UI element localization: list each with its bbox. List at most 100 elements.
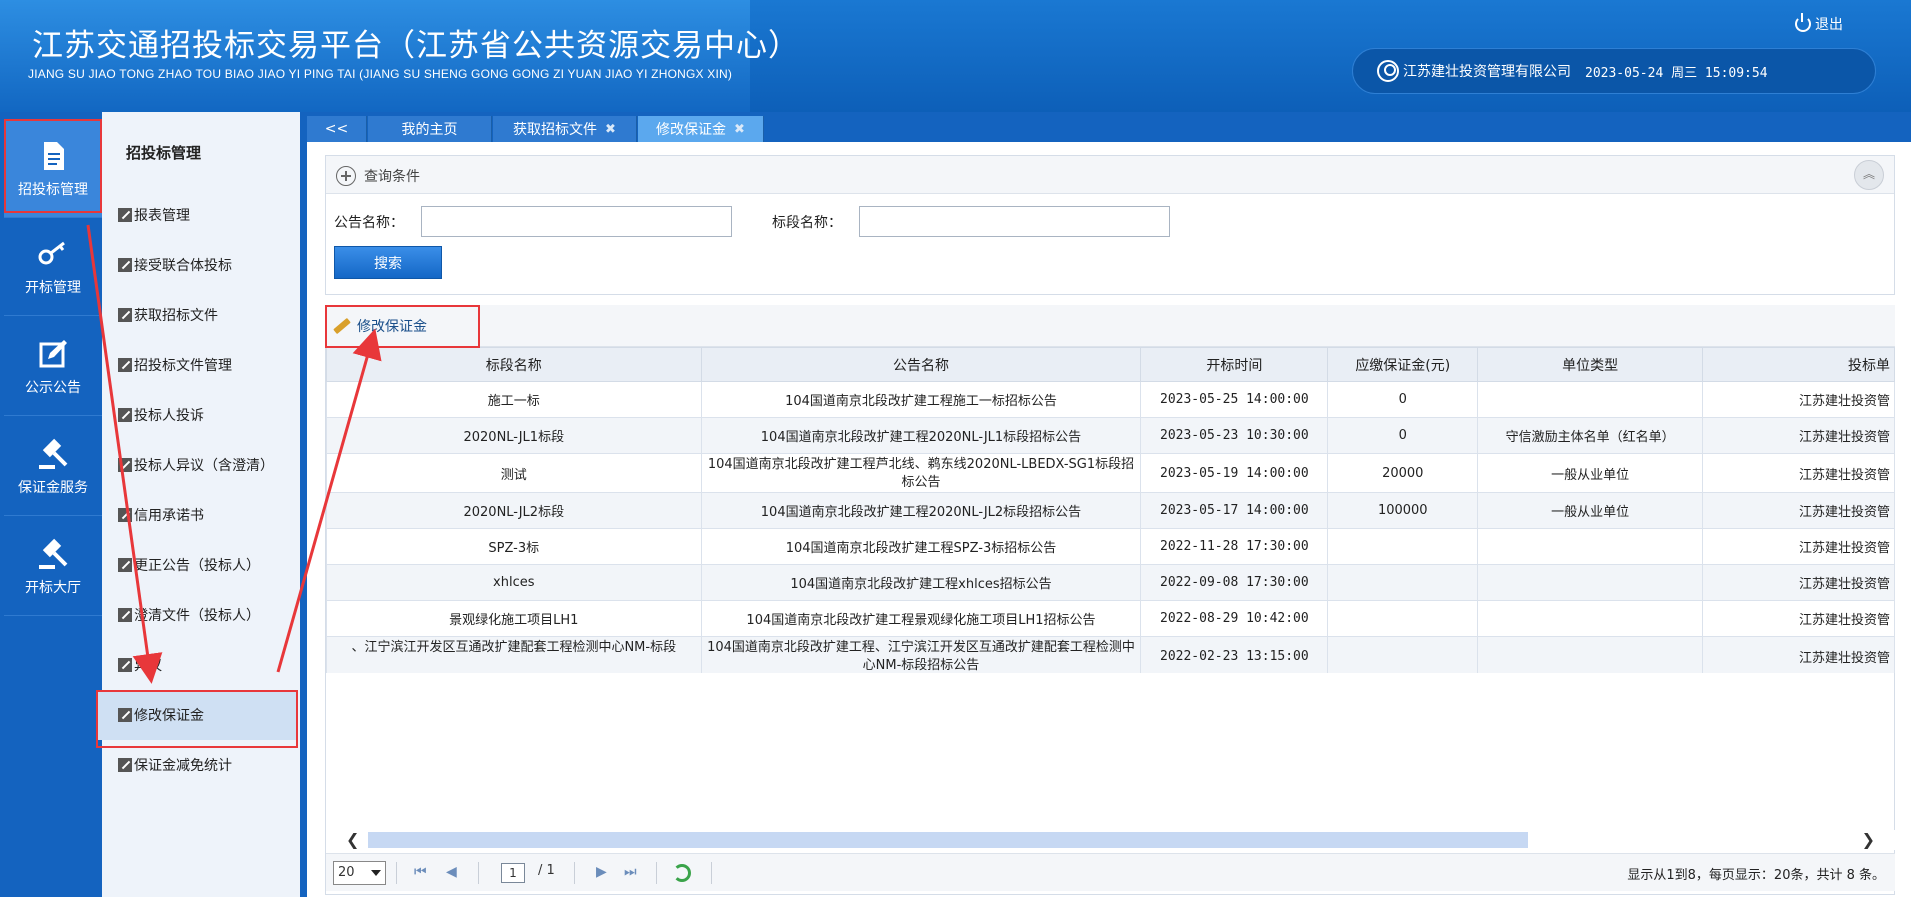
query-title: 查询条件 xyxy=(364,169,420,185)
table-cell: 2023-05-23 10:30:00 xyxy=(1140,417,1329,454)
tab-get-bid-docs[interactable]: 获取招标文件 ✖ xyxy=(493,116,637,142)
table-row[interactable]: 、江宁滨江开发区互通改扩建配套工程检测中心NM-标段 104国道南京北段改扩建工程… xyxy=(326,636,1895,673)
column-header[interactable]: 公告名称 xyxy=(700,347,1142,382)
table-cell: 江苏建壮投资管 xyxy=(1702,417,1895,454)
close-icon[interactable]: ✖ xyxy=(734,122,745,137)
scrollbar-thumb[interactable] xyxy=(368,832,1528,848)
table-cell: 江苏建壮投资管 xyxy=(1702,492,1895,529)
sub-nav-item[interactable]: 投标人异议（含澄清） xyxy=(96,440,298,490)
column-header[interactable]: 投标单 xyxy=(1702,347,1895,382)
sub-nav-item[interactable]: 招投标文件管理 xyxy=(96,340,298,390)
table-cell: 2022-09-08 17:30:00 xyxy=(1140,564,1329,601)
table-cell: 一般从业单位 xyxy=(1477,492,1704,529)
sub-nav-item[interactable]: 获取招标文件 xyxy=(96,290,298,340)
sub-nav-label: 招投标文件管理 xyxy=(134,358,232,374)
table-cell: 104国道南京北段改扩建工程芦北线、鹈东线2020NL-LBEDX-SG1标段招… xyxy=(700,453,1142,493)
close-icon[interactable]: ✖ xyxy=(605,122,616,137)
current-page-input[interactable]: 1 xyxy=(501,863,525,883)
table-cell: 江苏建壮投资管 xyxy=(1702,600,1895,637)
page-size-select[interactable]: 20 xyxy=(333,861,386,885)
last-page-icon[interactable]: ⏭ xyxy=(624,864,637,880)
column-header[interactable]: 开标时间 xyxy=(1140,347,1329,382)
table-header-row: 标段名称 公告名称 开标时间 应缴保证金(元) 单位类型 投标单 xyxy=(326,347,1895,382)
tab-back[interactable]: << xyxy=(307,116,367,142)
table-row[interactable]: xhlces 104国道南京北段改扩建工程xhlces招标公告 2022-09-08… xyxy=(326,564,1895,601)
plus-circle-icon[interactable] xyxy=(336,166,356,186)
nav-item-deposit-service[interactable]: 保证金服务 xyxy=(4,418,102,516)
gavel-icon xyxy=(39,438,68,469)
table-cell: 守信激励主体名单（红名单） xyxy=(1477,417,1704,454)
table-cell: 施工一标 xyxy=(326,381,702,418)
collapse-icon[interactable]: ︽ xyxy=(1854,160,1884,190)
table-cell: 0 xyxy=(1327,381,1479,418)
nav-item-opening-hall[interactable]: 开标大厅 xyxy=(4,518,102,616)
announcement-name-input[interactable] xyxy=(421,206,732,237)
column-header[interactable]: 标段名称 xyxy=(326,347,702,382)
next-page-icon[interactable]: ▶ xyxy=(596,864,607,880)
logout-button[interactable]: 退出 xyxy=(1795,13,1843,34)
table-cell: 104国道南京北段改扩建工程景观绿化施工项目LH1招标公告 xyxy=(700,600,1142,637)
tab-modify-deposit[interactable]: 修改保证金 ✖ xyxy=(638,116,764,142)
table-row[interactable]: 2020NL-JL2标段 104国道南京北段改扩建工程2020NL-JL2标段招标… xyxy=(326,492,1895,529)
key-icon xyxy=(38,241,65,264)
table-row[interactable]: 测试 104国道南京北段改扩建工程芦北线、鹈东线2020NL-LBEDX-SG1标… xyxy=(326,453,1895,493)
table-cell: 江苏建壮投资管 xyxy=(1702,564,1895,601)
edit-icon xyxy=(118,508,132,522)
app-subtitle: JIANG SU JIAO TONG ZHAO TOU BIAO JIAO YI… xyxy=(28,67,733,81)
table-cell: 江苏建壮投资管 xyxy=(1702,528,1895,565)
sub-nav-label: 投标人投诉 xyxy=(134,408,204,424)
sub-nav-label: 更正公告（投标人） xyxy=(134,558,260,574)
sub-nav-item[interactable]: 投标人投诉 xyxy=(96,390,298,440)
table-cell xyxy=(1327,564,1479,601)
table-row[interactable]: 景观绿化施工项目LH1 104国道南京北段改扩建工程景观绿化施工项目LH1招标公告… xyxy=(326,600,1895,637)
scroll-right-icon[interactable]: ❯ xyxy=(1862,830,1875,849)
search-button[interactable]: 搜索 xyxy=(334,246,442,279)
deposit-table: 标段名称 公告名称 开标时间 应缴保证金(元) 单位类型 投标单 施工一标 104… xyxy=(326,347,1895,673)
scroll-left-icon[interactable]: ❮ xyxy=(346,830,359,849)
datetime: 2023-05-24 周三 15:09:54 xyxy=(1585,65,1768,81)
edit-icon xyxy=(39,339,67,367)
table-cell: 2023-05-17 14:00:00 xyxy=(1140,492,1329,529)
tab-label: 我的主页 xyxy=(401,122,458,138)
annotation-box xyxy=(325,305,480,348)
table-cell: 104国道南京北段改扩建工程2020NL-JL2标段招标公告 xyxy=(700,492,1142,529)
table-row[interactable]: 2020NL-JL1标段 104国道南京北段改扩建工程2020NL-JL1标段招标… xyxy=(326,417,1895,454)
edit-icon xyxy=(118,658,132,672)
column-header[interactable]: 应缴保证金(元) xyxy=(1327,347,1479,382)
section-name-input[interactable] xyxy=(859,206,1170,237)
pager-divider xyxy=(396,862,397,884)
table-cell xyxy=(1477,600,1704,637)
nav-item-announcements[interactable]: 公示公告 xyxy=(4,318,102,416)
sub-nav-item[interactable]: 澄清文件（投标人） xyxy=(96,590,298,640)
query-header: 查询条件 ︽ xyxy=(326,156,1894,194)
table-cell: 2023-05-25 14:00:00 xyxy=(1140,381,1329,418)
table-cell xyxy=(1327,600,1479,637)
header: 江苏交通招投标交易平台（江苏省公共资源交易中心） JIANG SU JIAO T… xyxy=(0,0,1911,112)
edit-icon xyxy=(118,608,132,622)
table-cell: 2022-08-29 10:42:00 xyxy=(1140,600,1329,637)
sub-nav-item[interactable]: 更正公告（投标人） xyxy=(96,540,298,590)
company-name: 江苏建壮投资管理有限公司 xyxy=(1403,64,1571,80)
table-row[interactable]: SPZ-3标 104国道南京北段改扩建工程SPZ-3标招标公告 2022-11-28… xyxy=(326,528,1895,565)
table-cell: 20000 xyxy=(1327,453,1479,493)
page-size-value: 20 xyxy=(338,865,355,880)
table-cell: 104国道南京北段改扩建工程SPZ-3标招标公告 xyxy=(700,528,1142,565)
refresh-icon[interactable] xyxy=(673,864,691,882)
sub-nav-item[interactable]: 报表管理 xyxy=(96,190,298,240)
table-cell: 2023-05-19 14:00:00 xyxy=(1140,453,1329,493)
first-page-icon[interactable]: ⏮ xyxy=(414,864,427,880)
table-row[interactable]: 施工一标 104国道南京北段改扩建工程施工一标招标公告 2023-05-25 14:… xyxy=(326,381,1895,418)
tab-home[interactable]: 我的主页 xyxy=(368,116,492,142)
pager-divider xyxy=(478,862,479,884)
sub-nav-item[interactable]: 异议 xyxy=(96,640,298,690)
prev-page-icon[interactable]: ◀ xyxy=(446,864,457,880)
sub-nav-item[interactable]: 信用承诺书 xyxy=(96,490,298,540)
column-header[interactable]: 单位类型 xyxy=(1477,347,1704,382)
data-grid: 标段名称 公告名称 开标时间 应缴保证金(元) 单位类型 投标单 施工一标 104… xyxy=(326,347,1895,673)
edit-icon xyxy=(118,458,132,472)
table-cell: 测试 xyxy=(326,453,702,493)
grid-toolbar xyxy=(325,305,1895,347)
horizontal-scrollbar[interactable]: ❮ ❯ xyxy=(326,830,1895,850)
nav-item-bid-opening[interactable]: 开标管理 xyxy=(4,218,102,316)
sub-nav-item[interactable]: 接受联合体投标 xyxy=(96,240,298,290)
